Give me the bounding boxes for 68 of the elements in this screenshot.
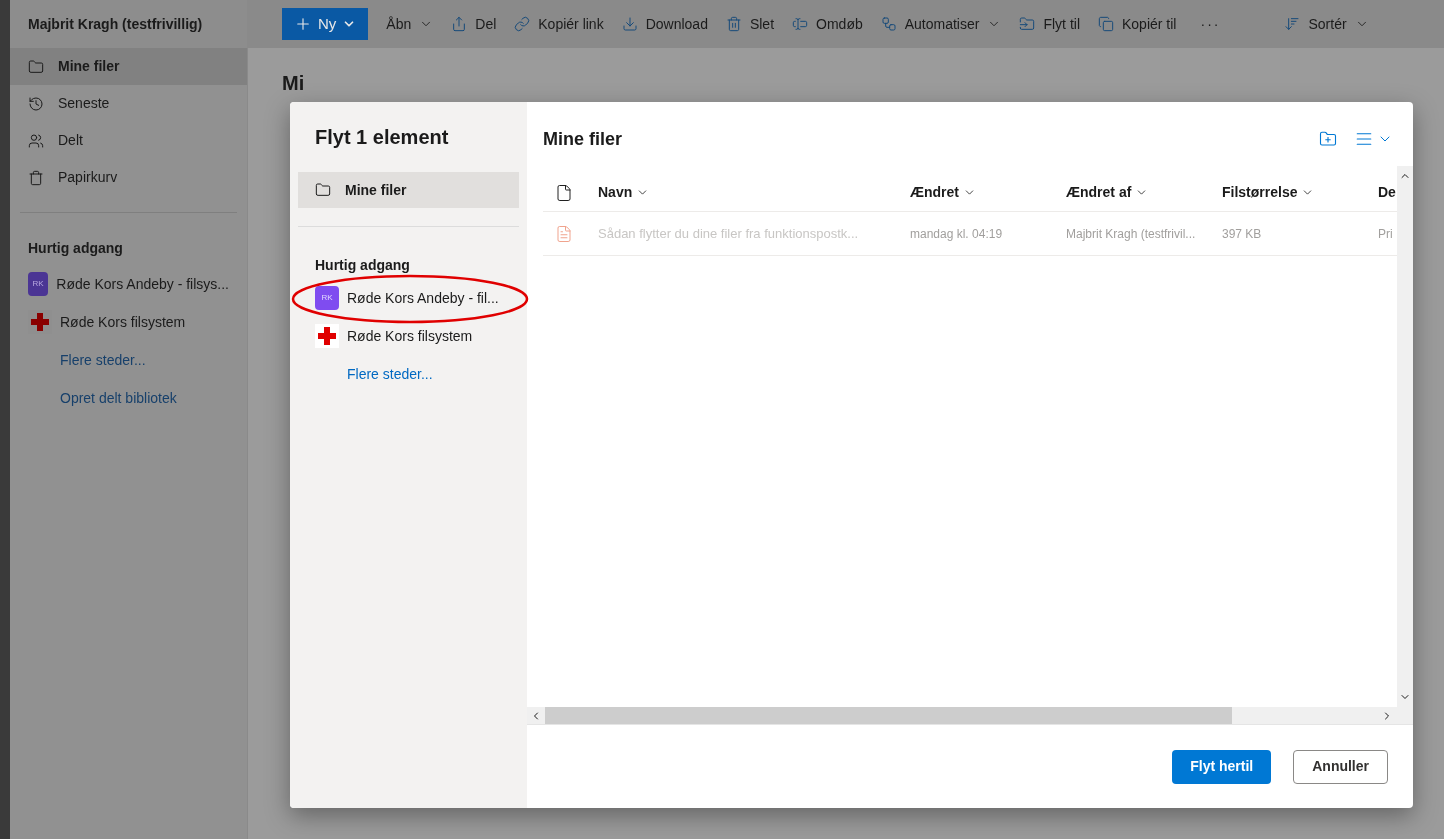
toolbar-button[interactable]: Automatiser (872, 8, 1010, 40)
pdf-file-icon (555, 224, 573, 243)
dialog-title: Flyt 1 element (315, 125, 449, 150)
new-button[interactable]: Ny (282, 8, 369, 40)
toolbar-button[interactable]: Download (613, 8, 716, 40)
table-cell-text: Pri (1378, 225, 1394, 243)
file-type-icon (555, 183, 573, 202)
move-here-button[interactable]: Flyt hertil (1172, 749, 1272, 784)
site-avatar: RK (315, 286, 339, 310)
rename-icon (792, 16, 809, 32)
link[interactable]: Flere steder... (60, 349, 146, 371)
folder-arrow-icon (1019, 16, 1036, 32)
column-header[interactable]: De (1378, 182, 1397, 203)
toolbar-button[interactable]: Kopiér link (506, 8, 612, 40)
table-cell-text: Majbrit Kragh (testfrivil... (1066, 225, 1197, 243)
cross-logo-icon (28, 310, 52, 334)
download-icon (621, 16, 638, 32)
nav-item[interactable]: Papirkurv (10, 159, 247, 196)
nav-item[interactable]: Mine filer (298, 172, 519, 208)
cross-logo-icon (315, 324, 339, 348)
column-header[interactable]: Filstørrelse (1222, 182, 1378, 203)
section-title: Hurtig adgang (315, 255, 411, 275)
nav-item[interactable]: Delt (10, 122, 247, 159)
link[interactable]: Flere steder... (347, 363, 433, 385)
folder-title: Mine filer (543, 127, 622, 151)
plus-icon (294, 15, 312, 33)
toolbar-button[interactable]: Del (443, 8, 505, 40)
nav-item[interactable]: Seneste (10, 85, 247, 122)
quick-access-item[interactable]: Røde Kors Andeby - fil... (347, 287, 499, 309)
copy-icon (1098, 16, 1114, 32)
toolbar-button[interactable]: Sortér (1276, 8, 1377, 40)
link[interactable]: Opret delt bibliotek (60, 387, 177, 409)
quick-access-item[interactable]: Røde Kors filsystem (347, 325, 473, 347)
account-name: Majbrit Kragh (testfrivillig) (28, 14, 203, 34)
new-folder-icon[interactable] (1319, 130, 1337, 148)
toolbar-button[interactable]: Kopiér til (1090, 8, 1185, 40)
table-cell-text: Sådan flytter du dine filer fra funktionspostk... (598, 224, 860, 243)
link-icon (514, 16, 531, 32)
column-header[interactable]: Navn (598, 182, 910, 203)
vertical-scrollbar[interactable] (1397, 166, 1413, 707)
horizontal-scrollbar[interactable] (527, 707, 1413, 724)
more-button[interactable]: ··· (1186, 8, 1235, 40)
folder-icon (315, 182, 331, 198)
people-icon (28, 132, 44, 149)
table-cell-text: 397 KB (1222, 225, 1263, 243)
page-heading: Mi (282, 72, 305, 94)
toolbar-button[interactable]: Slet (717, 8, 783, 40)
toolbar-button[interactable]: Flyt til (1011, 8, 1088, 40)
quick-access-item[interactable]: Røde Kors filsystem (60, 311, 186, 333)
share-icon (451, 16, 468, 32)
lines-icon (1355, 130, 1373, 148)
sort-icon (1284, 16, 1301, 32)
cancel-button[interactable]: Annuller (1293, 749, 1388, 784)
site-avatar: RK (28, 272, 49, 296)
toolbar-button[interactable]: Åbn (378, 8, 442, 40)
column-header[interactable]: Ændret (910, 182, 1066, 203)
section-title: Hurtig adgang (28, 238, 124, 258)
flow-icon (880, 16, 897, 32)
table-cell-text: mandag kl. 04:19 (910, 225, 1004, 243)
history-icon (28, 95, 44, 112)
column-header[interactable]: Ændret af (1066, 182, 1222, 203)
scroll-thumb[interactable] (545, 707, 1232, 724)
folder-icon (28, 58, 44, 75)
quick-access-item[interactable]: Røde Kors Andeby - filsys... (56, 273, 229, 295)
trash-icon (725, 16, 742, 32)
toolbar-button[interactable]: Omdøb (784, 8, 871, 40)
trash-icon (28, 169, 44, 186)
nav-item[interactable]: Mine filer (10, 48, 247, 85)
